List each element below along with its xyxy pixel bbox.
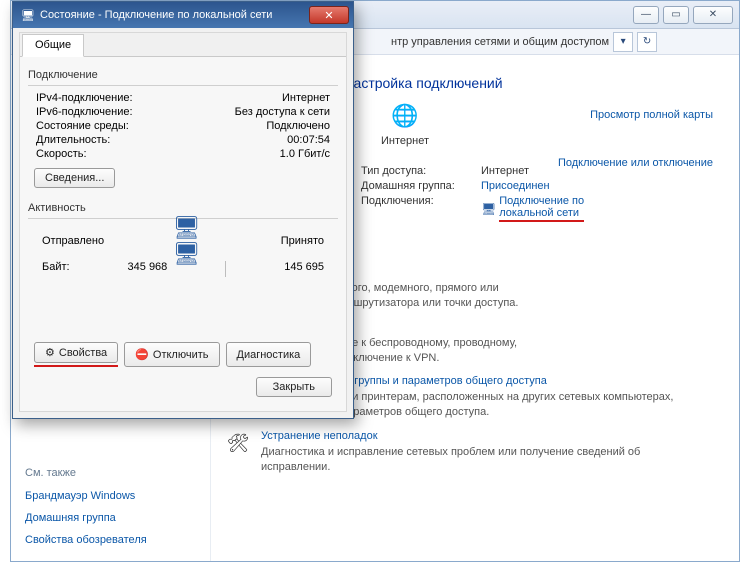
properties-button[interactable]: ⚙Свойства [34,342,118,363]
address-dropdown-icon[interactable]: ▾ [613,32,633,52]
value-duration: 00:07:54 [287,134,330,146]
value-ipv6: Без доступа к сети [235,106,330,118]
label-sent: Отправлено [42,235,104,247]
divider [28,85,338,86]
connect-disconnect-link[interactable]: Подключение или отключение [558,157,713,169]
value-ipv4: Интернет [282,92,330,104]
group-connection-label: Подключение [28,69,338,81]
monitor-icon: 🖥 [481,202,496,216]
maximize-button[interactable]: ▭ [663,6,689,24]
globe-icon: 🌐 [390,101,420,131]
details-button[interactable]: Сведения... [34,168,115,188]
refresh-icon[interactable]: ↻ [637,32,657,52]
troubleshoot-icon: 🛠 [225,430,251,456]
value-bytes-sent: 345 968 [128,261,168,277]
label-ipv4: IPv4-подключение: [36,92,133,104]
tab-strip: Общие [20,33,346,57]
connection-status-dialog: 🖥 Состояние - Подключение по локальной с… [12,1,354,419]
network-map: 🏠 Сеть 🌐 Интернет [295,101,713,147]
task-troubleshoot[interactable]: 🛠 Устранение неполадок Диагностика и исп… [225,430,713,475]
task-title[interactable]: Устранение неполадок [261,430,691,442]
computers-icon: 🖥🖥 [172,225,212,257]
label-connections: Подключения: [361,195,471,222]
dialog-close-button[interactable]: ✕ [309,6,349,24]
label-bytes: Байт: [42,261,70,277]
disable-button[interactable]: ⛔Отключить [124,342,219,367]
map-node-label: Интернет [381,135,429,147]
dialog-body: Общие Подключение IPv4-подключение: Интер… [19,32,347,412]
close-button[interactable]: Закрыть [256,377,332,397]
view-full-map-link[interactable]: Просмотр полной карты [590,109,713,121]
value-access-type: Интернет [481,165,529,177]
label-duration: Длительность: [36,134,110,146]
label-speed: Скорость: [36,148,87,160]
network-icon: 🖥 [21,8,35,22]
value-homegroup[interactable]: Присоединен [481,180,550,192]
link-homegroup[interactable]: Домашняя группа [25,512,196,524]
label-received: Принято [281,235,324,247]
value-bytes-received: 145 695 [284,261,324,277]
link-firewall[interactable]: Брандмауэр Windows [25,490,196,502]
label-homegroup: Домашняя группа: [361,180,471,192]
label-access-type: Тип доступа: [361,165,471,177]
minimize-button[interactable]: — [633,6,659,24]
label-ipv6: IPv6-подключение: [36,106,133,118]
disable-icon: ⛔ [135,348,149,361]
address-text: нтр управления сетями и общим доступом [391,36,609,48]
activity-icon-group: 🖥🖥 [172,225,212,257]
see-also-header: См. также [25,467,196,479]
tab-general[interactable]: Общие [22,34,84,57]
group-activity-label: Активность [28,202,338,214]
gear-icon: ⚙ [45,346,55,359]
activity-group: Активность Отправлено 🖥🖥 Принято Байт: 3… [28,202,338,277]
map-node-internet: 🌐 Интернет [381,101,429,147]
tab-page-general: Подключение IPv4-подключение: Интернет IP… [28,67,338,403]
value-media-state: Подключено [266,120,330,132]
active-network-details: Тип доступа: Интернет Домашняя группа: П… [361,165,713,222]
close-button[interactable]: ✕ [693,6,733,24]
dialog-titlebar[interactable]: 🖥 Состояние - Подключение по локальной с… [13,2,353,28]
diagnose-button[interactable]: Диагностика [226,342,312,367]
dialog-title: Состояние - Подключение по локальной сет… [40,9,272,21]
divider-vertical [225,261,226,277]
value-connection-link[interactable]: 🖥 Подключение по локальной сети [481,195,584,222]
label-media-state: Состояние среды: [36,120,129,132]
link-ie-properties[interactable]: Свойства обозревателя [25,534,196,546]
value-speed: 1.0 Гбит/с [280,148,330,160]
task-desc: Диагностика и исправление сетевых пробле… [261,445,691,475]
button-bar: ⚙Свойства ⛔Отключить Диагностика [34,342,311,367]
